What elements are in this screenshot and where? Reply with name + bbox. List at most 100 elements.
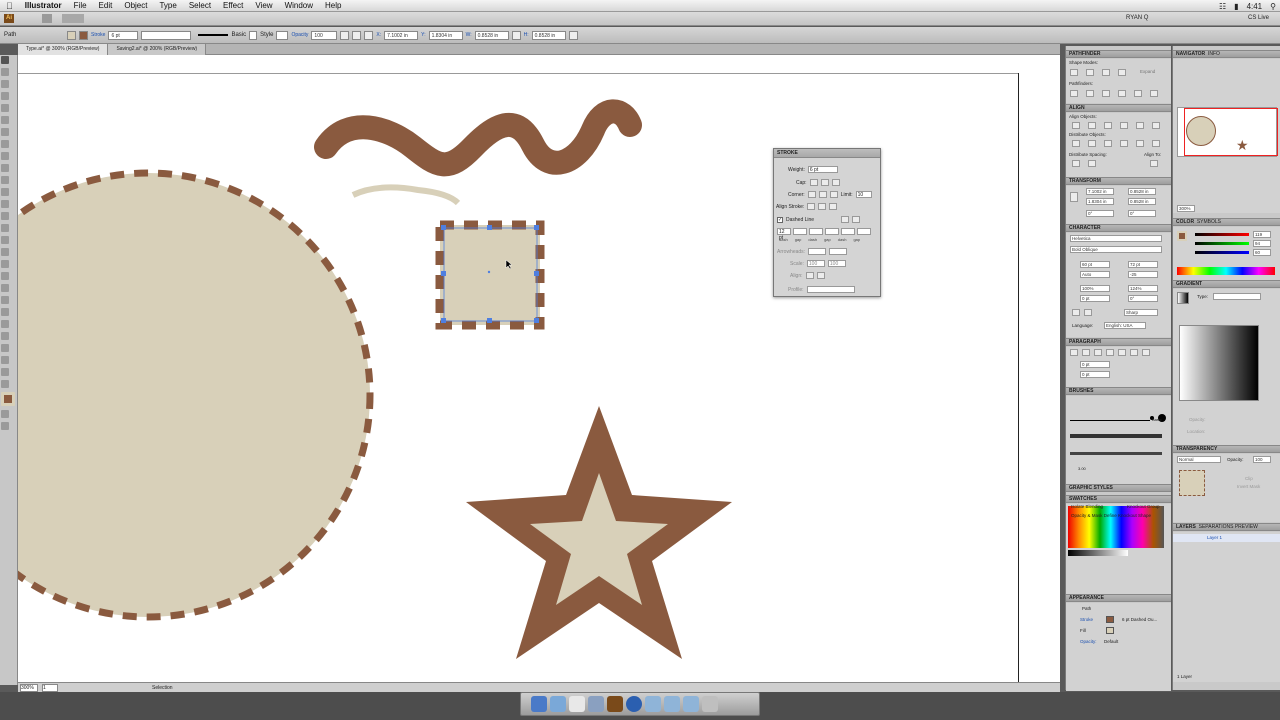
menubar-time[interactable]: 4:41 (1247, 2, 1263, 11)
wifi-app-icon[interactable] (569, 696, 585, 712)
miter-join-button[interactable] (807, 191, 816, 198)
menu-file[interactable]: File (68, 1, 93, 10)
photo-app-icon[interactable] (588, 696, 604, 712)
distribute-left-icon[interactable] (1120, 140, 1128, 147)
layers-panel-header[interactable]: LAYERS SEPARATIONS PREVIEW (1173, 523, 1280, 531)
pen-tool-icon[interactable] (1, 104, 9, 112)
arrow-end-button[interactable] (816, 272, 825, 279)
menu-effect[interactable]: Effect (217, 1, 249, 10)
graph-tool-icon[interactable] (1, 332, 9, 340)
anti-alias-field[interactable]: Sharp (1124, 309, 1158, 316)
minus-front-icon[interactable] (1086, 69, 1094, 76)
pathfinder-panel-header[interactable]: PATHFINDER (1066, 50, 1171, 58)
knockout-group-label[interactable]: Knockout Group (1127, 504, 1160, 509)
brushes-panel-header[interactable]: BRUSHES (1066, 387, 1171, 395)
symbol-sprayer-tool-icon[interactable] (1, 320, 9, 328)
wifi-icon[interactable]: ☷ (1219, 2, 1226, 11)
shear-field[interactable]: 0° (1128, 210, 1156, 217)
free-transform-tool-icon[interactable] (1, 236, 9, 244)
info-tab[interactable]: INFO (1208, 51, 1220, 57)
hand-tool-icon[interactable] (1, 368, 9, 376)
round-cap-button[interactable] (820, 179, 829, 186)
menu-select[interactable]: Select (183, 1, 217, 10)
folder-3-icon[interactable] (683, 696, 699, 712)
trim-icon[interactable] (1086, 90, 1094, 97)
distribute-hcenter-icon[interactable] (1136, 140, 1144, 147)
transform-panel-header[interactable]: TRANSFORM (1066, 177, 1171, 185)
character-rotation-field[interactable]: 0° (1128, 295, 1158, 302)
expand-button[interactable]: Expand (1140, 69, 1155, 74)
layer-row[interactable] (1173, 534, 1280, 542)
apple-icon[interactable]:  (0, 1, 19, 11)
spotlight-icon[interactable]: ⚲ (1270, 2, 1276, 11)
font-size-field[interactable]: 60 pt (1080, 261, 1110, 268)
safari-icon[interactable] (550, 696, 566, 712)
baseline-shift-field[interactable]: 0 pt (1080, 295, 1110, 302)
align-outside-button[interactable] (829, 203, 838, 210)
gradient-panel-header[interactable]: GRADIENT (1173, 280, 1280, 288)
menu-object[interactable]: Object (118, 1, 153, 10)
justify-last-center-icon[interactable] (1118, 349, 1126, 356)
w-field[interactable]: 0.8528 in (474, 30, 509, 40)
limit-field[interactable]: 10 (855, 191, 872, 198)
distribute-top-icon[interactable] (1072, 140, 1080, 147)
eyedropper-tool-icon[interactable] (1, 296, 9, 304)
folder-2-icon[interactable] (664, 696, 680, 712)
stroke-panel-title[interactable]: STROKE (774, 149, 880, 158)
grayscale-swatches[interactable] (1068, 550, 1128, 556)
brush-preview[interactable] (198, 34, 229, 36)
squiggle-stroke[interactable] (314, 99, 642, 177)
color-fill-stroke-icon[interactable] (1177, 231, 1187, 241)
align-hcenter-icon[interactable] (1088, 122, 1096, 129)
gradient-ramp[interactable] (1179, 325, 1259, 401)
blue-slider[interactable] (1195, 251, 1249, 254)
bevel-join-button[interactable] (829, 191, 838, 198)
minus-back-icon[interactable] (1150, 90, 1158, 97)
artwork[interactable] (18, 55, 1060, 685)
reference-point-icon[interactable] (1070, 192, 1078, 202)
arrowhead-start-dropdown[interactable] (808, 248, 827, 255)
exclude-icon[interactable] (1118, 69, 1126, 76)
zoom-field[interactable]: 300% (20, 683, 38, 692)
dashed-square[interactable] (435, 220, 545, 330)
font-family-field[interactable]: Helvetica (1070, 235, 1162, 242)
appearance-panel-header[interactable]: APPEARANCE (1066, 594, 1171, 602)
transparency-panel-header[interactable]: TRANSPARENCY (1173, 445, 1280, 453)
distribute-vcenter-icon[interactable] (1088, 140, 1096, 147)
artboard-tool-icon[interactable] (1, 344, 9, 352)
menu-view[interactable]: View (249, 1, 278, 10)
h-field[interactable]: 0.8528 in (531, 30, 566, 40)
stroke-label[interactable]: Stroke (91, 32, 105, 38)
align-dashes-button[interactable] (852, 216, 861, 223)
horizontal-scale-field[interactable]: 124% (1128, 285, 1158, 292)
color-panel-header[interactable]: COLOR SYMBOLS (1173, 218, 1280, 226)
align-left-text-icon[interactable] (1070, 349, 1078, 356)
artboard-nav[interactable]: 1 (42, 683, 58, 692)
arrowhead-end-dropdown[interactable] (829, 248, 848, 255)
preserve-dash-button[interactable] (841, 216, 850, 223)
layer-1-name[interactable]: Layer 1 (1207, 535, 1222, 540)
appearance-stroke-swatch[interactable] (1106, 616, 1114, 623)
navigator-tab[interactable]: NAVIGATOR (1176, 51, 1205, 57)
nav-view-box[interactable] (1184, 108, 1278, 156)
finder-icon[interactable] (531, 696, 547, 712)
scale-end-field[interactable]: 100 (827, 260, 846, 267)
justify-last-right-icon[interactable] (1130, 349, 1138, 356)
align-bottom-icon[interactable] (1152, 122, 1160, 129)
current-tool-label[interactable]: Selection (152, 685, 173, 691)
tab-type-ai[interactable]: Type.ai* @ 300% (RGB/Preview) (18, 44, 109, 55)
cs-live[interactable]: CS Live (1248, 15, 1269, 21)
appearance-fill-swatch[interactable] (1106, 627, 1114, 634)
first-line-indent-field[interactable]: 0 pt (1080, 371, 1110, 378)
align-icon[interactable] (352, 30, 362, 40)
squiggle-path[interactable] (351, 184, 461, 206)
battery-icon[interactable]: ▮ (1234, 2, 1238, 11)
drawing-modes-icon[interactable] (1, 410, 9, 418)
navigator-thumbnail[interactable]: ★ (1177, 107, 1278, 157)
align-left-icon[interactable] (1072, 122, 1080, 129)
transform-h-field[interactable]: 0.8528 in (1128, 198, 1156, 205)
distribute-right-icon[interactable] (1152, 140, 1160, 147)
blend-tool-icon[interactable] (1, 308, 9, 316)
appearance-fill-label[interactable]: Fill (1080, 628, 1086, 633)
width-tool-icon[interactable] (1, 224, 9, 232)
